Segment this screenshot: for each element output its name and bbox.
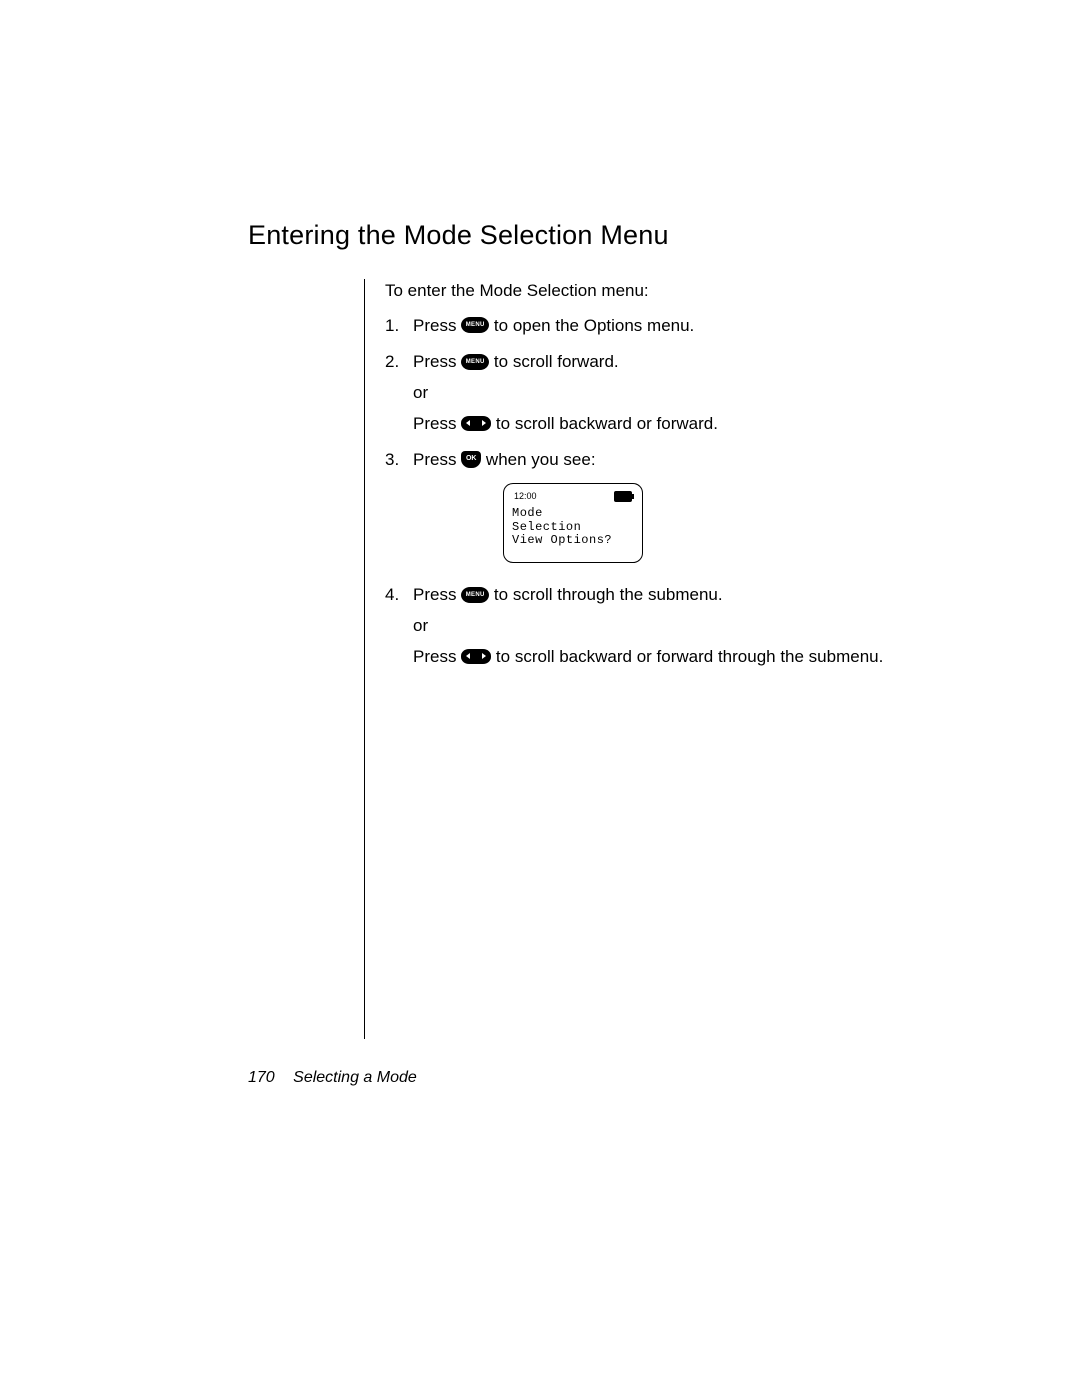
step-2: 2. Press MENU to scroll forward. or Pres… xyxy=(385,350,980,442)
page-number: 170 xyxy=(248,1069,275,1086)
arrow-button-icon xyxy=(461,649,491,664)
step-list: 1. Press MENU to open the Options menu. … xyxy=(385,314,980,676)
step-text: to scroll through the submenu. xyxy=(494,585,723,604)
step-1: 1. Press MENU to open the Options menu. xyxy=(385,314,980,345)
step-number: 3. xyxy=(385,448,413,577)
step-4: 4. Press MENU to scroll through the subm… xyxy=(385,583,980,675)
step-text: Press xyxy=(413,352,461,371)
step-3: 3. Press OK when you see: 12:00 Mode xyxy=(385,448,980,577)
phone-time: 12:00 xyxy=(514,490,537,503)
intro-text: To enter the Mode Selection menu: xyxy=(385,279,980,304)
phone-line: Mode xyxy=(512,507,634,521)
page-heading: Entering the Mode Selection Menu xyxy=(248,220,980,251)
menu-button-icon: MENU xyxy=(461,317,489,333)
battery-icon xyxy=(614,491,632,502)
step-text: Press xyxy=(413,585,461,604)
or-text: or xyxy=(413,381,980,406)
content-column: To enter the Mode Selection menu: 1. Pre… xyxy=(364,279,980,1039)
section-title: Selecting a Mode xyxy=(293,1069,417,1086)
manual-page: Entering the Mode Selection Menu To ente… xyxy=(0,0,1080,1397)
step-text: to scroll backward or forward. xyxy=(496,414,718,433)
phone-line: View Options? xyxy=(512,534,634,548)
arrow-button-icon xyxy=(461,416,491,431)
step-text: to scroll forward. xyxy=(494,352,619,371)
ok-button-icon: OK xyxy=(461,451,481,468)
phone-line: Selection xyxy=(512,521,634,535)
menu-button-icon: MENU xyxy=(461,587,489,603)
step-text: Press xyxy=(413,414,461,433)
step-number: 2. xyxy=(385,350,413,442)
step-number: 4. xyxy=(385,583,413,675)
step-text: to scroll backward or forward through th… xyxy=(496,647,883,666)
or-text: or xyxy=(413,614,980,639)
phone-screen-illustration: 12:00 Mode Selection View Options? xyxy=(503,483,643,563)
step-text: Press xyxy=(413,647,461,666)
step-text: when you see: xyxy=(486,450,596,469)
page-footer: 170 Selecting a Mode xyxy=(248,1069,417,1087)
menu-button-icon: MENU xyxy=(461,354,489,370)
step-text: Press xyxy=(413,316,461,335)
step-text: to open the Options menu. xyxy=(494,316,694,335)
step-number: 1. xyxy=(385,314,413,345)
step-text: Press xyxy=(413,450,461,469)
